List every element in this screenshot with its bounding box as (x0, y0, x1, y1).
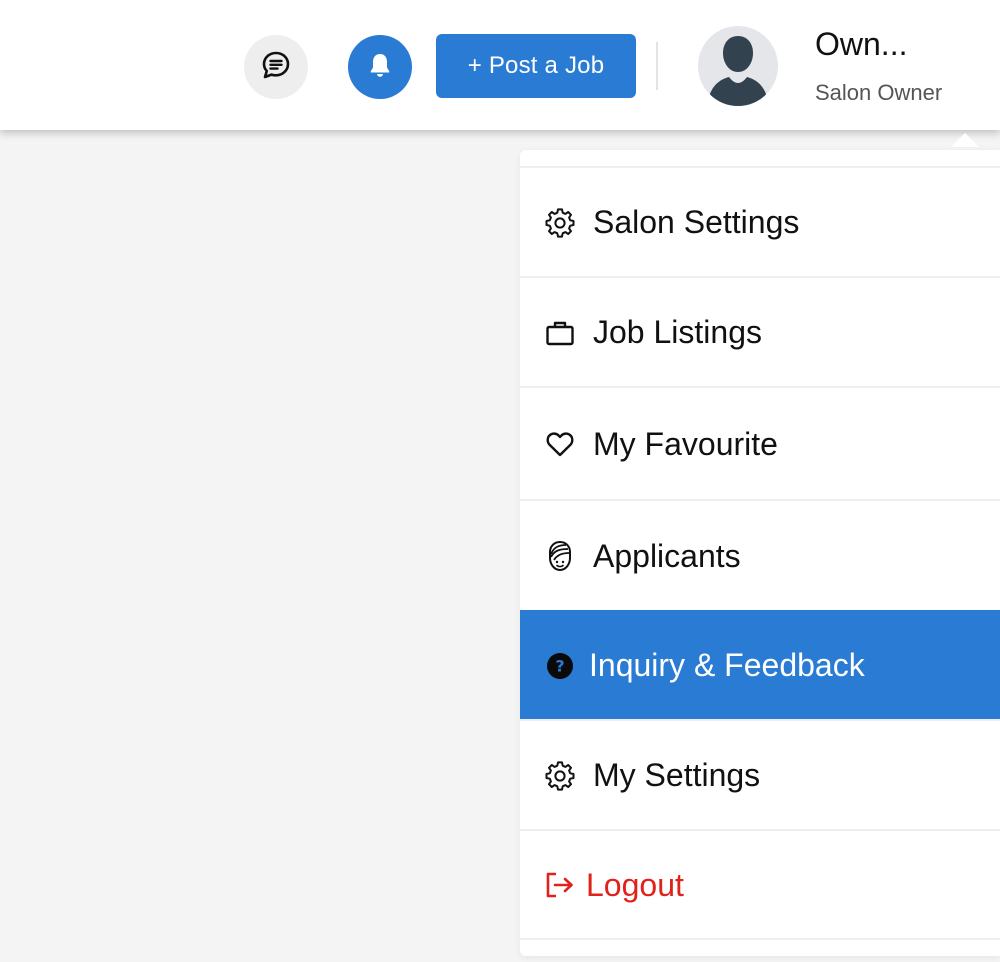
dropdown-caret (951, 133, 979, 147)
menu-item-my-favourite[interactable]: My Favourite (520, 386, 1000, 500)
avatar[interactable] (698, 26, 778, 106)
notification-button[interactable] (348, 35, 412, 99)
menu-item-applicants[interactable]: Applicants (520, 499, 1000, 611)
bell-icon (366, 51, 394, 84)
svg-text:?: ? (555, 656, 564, 675)
menu-item-label: Salon Settings (593, 204, 800, 240)
person-headwrap-icon (544, 540, 576, 572)
user-name: Own... (815, 26, 908, 62)
question-circle-icon: ? (544, 650, 576, 682)
chat-bubble-icon (261, 50, 291, 85)
logout-icon (544, 869, 576, 901)
menu-item-label: Applicants (593, 537, 741, 574)
menu-item-job-listings[interactable]: Job Listings (520, 276, 1000, 387)
user-silhouette-icon (698, 36, 778, 106)
menu-item-label: Logout (586, 866, 684, 903)
menu-item-label: My Settings (593, 757, 761, 793)
heart-icon (544, 428, 576, 460)
post-job-button[interactable]: + Post a Job (436, 34, 636, 98)
top-header: + Post a Job Own... Salon Owner (0, 0, 1000, 130)
chat-button[interactable] (244, 35, 308, 99)
menu-bottom-divider (520, 938, 1000, 940)
gear-icon (544, 207, 576, 239)
menu-item-label: My Favourite (593, 425, 778, 462)
user-role: Salon Owner (815, 80, 943, 105)
menu-item-label: Job Listings (593, 314, 762, 350)
menu-item-salon-settings[interactable]: Salon Settings (520, 166, 1000, 277)
briefcase-icon (544, 317, 576, 349)
header-divider (656, 42, 658, 90)
menu-item-logout[interactable]: Logout (520, 829, 1000, 939)
menu-item-label: Inquiry & Feedback (589, 647, 865, 683)
gear-icon (544, 760, 576, 792)
menu-item-inquiry-feedback[interactable]: ? Inquiry & Feedback (520, 610, 1000, 719)
menu-item-my-settings[interactable]: My Settings (520, 719, 1000, 830)
user-menu-dropdown: Salon Settings Job Listings My Favourite (520, 150, 1000, 956)
